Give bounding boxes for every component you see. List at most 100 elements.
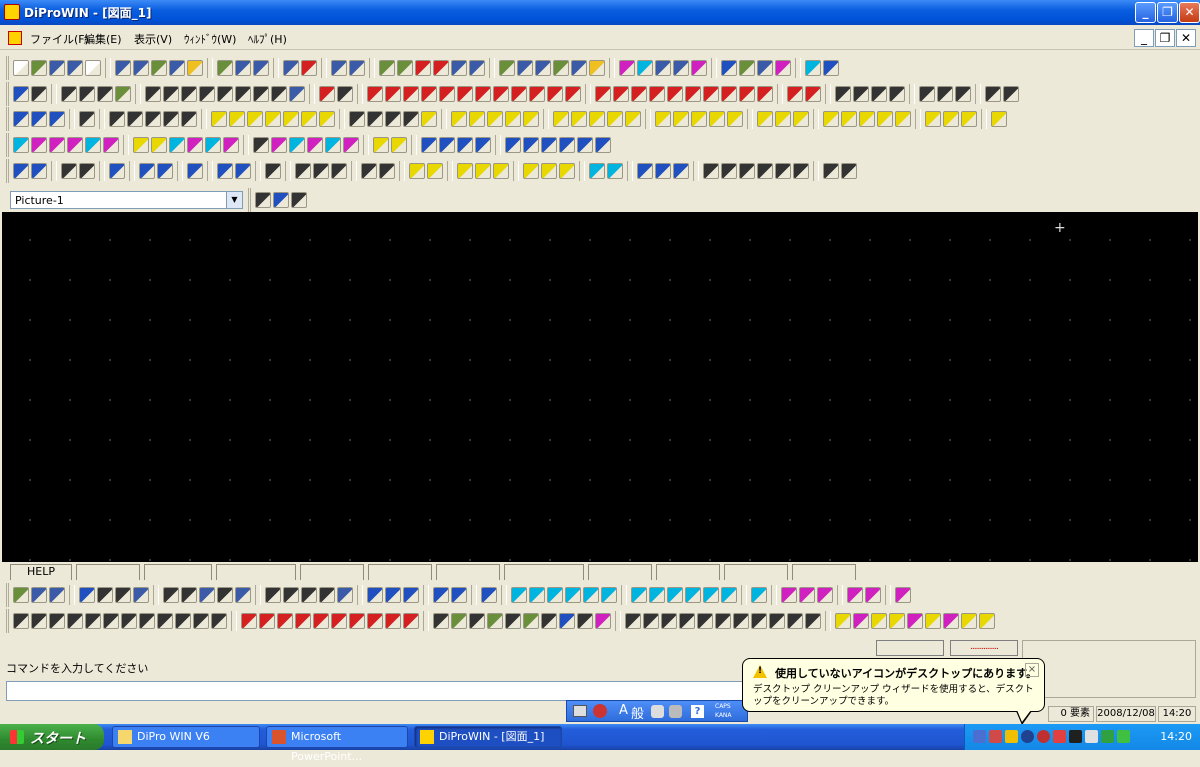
toolbar-tool-icon[interactable] (649, 587, 665, 603)
toolbar-tool-icon[interactable] (589, 163, 605, 179)
toolbar-tool-icon[interactable] (709, 111, 725, 127)
toolbar-tool-icon[interactable] (451, 613, 467, 629)
status-panel-button[interactable] (876, 640, 944, 656)
function-tab[interactable] (300, 564, 364, 580)
toolbar-tool-icon[interactable] (805, 613, 821, 629)
toolbar-tool-icon[interactable] (49, 137, 65, 153)
device-icon[interactable] (1069, 730, 1082, 743)
toolbar-tool-icon[interactable] (181, 86, 197, 102)
toolbar-tool-icon[interactable] (631, 86, 647, 102)
toolbar-tool-icon[interactable] (595, 86, 611, 102)
taskbar-item-dipro-folder[interactable]: DiPro WIN V6 (112, 726, 260, 748)
toolbar-tool-icon[interactable] (211, 613, 227, 629)
toolbar-tool-icon[interactable] (187, 163, 203, 179)
toolbar-tool-icon[interactable] (67, 60, 83, 76)
function-tab[interactable] (504, 564, 584, 580)
toolbar-tool-icon[interactable] (517, 60, 533, 76)
toolbar-tool-icon[interactable] (421, 137, 437, 153)
toolbar-tool-icon[interactable] (853, 86, 869, 102)
toolbar-tool-icon[interactable] (121, 613, 137, 629)
toolbar-tool-icon[interactable] (595, 137, 611, 153)
menu-window[interactable]: ｳｨﾝﾄﾞｳ(W) (184, 31, 236, 47)
battery-icon[interactable] (1117, 730, 1130, 743)
toolbar-tool-icon[interactable] (13, 613, 29, 629)
toolbar-tool-icon[interactable] (979, 613, 995, 629)
toolbar-tool-icon[interactable] (493, 86, 509, 102)
toolbar-tool-icon[interactable] (523, 613, 539, 629)
toolbar-tool-icon[interactable] (475, 86, 491, 102)
toolbar-tool-icon[interactable] (655, 163, 671, 179)
toolbar-tool-icon[interactable] (577, 137, 593, 153)
clock[interactable]: 14:20 (1160, 730, 1192, 743)
chevron-down-icon[interactable]: ▼ (226, 192, 242, 208)
toolbar-tool-icon[interactable] (817, 587, 833, 603)
safely-remove-icon[interactable] (1101, 730, 1114, 743)
toolbar-tool-icon[interactable] (499, 60, 515, 76)
toolbar-tool-icon[interactable] (163, 587, 179, 603)
toolbar-tool-icon[interactable] (871, 613, 887, 629)
toolbar-tool-icon[interactable] (157, 613, 173, 629)
toolbar-tool-icon[interactable] (85, 60, 101, 76)
toolbar-tool-icon[interactable] (685, 86, 701, 102)
toolbar-tool-icon[interactable] (325, 137, 341, 153)
toolbar-tool-icon[interactable] (415, 60, 431, 76)
function-tab[interactable] (368, 564, 432, 580)
toolbar-tool-icon[interactable] (889, 613, 905, 629)
toolbar-tool-icon[interactable] (13, 60, 29, 76)
toolbar-tool-icon[interactable] (739, 60, 755, 76)
toolbar-tool-icon[interactable] (511, 86, 527, 102)
function-tab[interactable] (144, 564, 212, 580)
toolbar-tool-icon[interactable] (823, 163, 839, 179)
toolbar-tool-icon[interactable] (31, 111, 47, 127)
toolbar-tool-icon[interactable] (421, 111, 437, 127)
toolbar-tool-icon[interactable] (505, 613, 521, 629)
toolbar-tool-icon[interactable] (433, 613, 449, 629)
toolbar-tool-icon[interactable] (721, 86, 737, 102)
toolbar-tool-icon[interactable] (385, 613, 401, 629)
toolbar-tool-icon[interactable] (841, 111, 857, 127)
toolbar-tool-icon[interactable] (889, 86, 905, 102)
toolbar-tool-icon[interactable] (925, 111, 941, 127)
toolbar-tool-icon[interactable] (265, 111, 281, 127)
help-icon[interactable]: ? (691, 705, 704, 718)
toolbar-tool-icon[interactable] (505, 137, 521, 153)
toolbar-tool-icon[interactable] (625, 613, 641, 629)
toolbar-tool-icon[interactable] (859, 111, 875, 127)
notes-icon[interactable] (1005, 730, 1018, 743)
toolbar-tool-icon[interactable] (679, 613, 695, 629)
minimize-button[interactable]: _ (1135, 2, 1156, 23)
toolbar-tool-icon[interactable] (607, 111, 623, 127)
mdi-minimize-button[interactable]: _ (1134, 29, 1154, 47)
toolbar-tool-icon[interactable] (685, 587, 701, 603)
toolbar-tool-icon[interactable] (865, 587, 881, 603)
toolbar-tool-icon[interactable] (307, 137, 323, 153)
toolbar-tool-icon[interactable] (187, 137, 203, 153)
toolbar-tool-icon[interactable] (805, 86, 821, 102)
picture-select[interactable]: Picture-1 ▼ (10, 191, 243, 209)
toolbar-tool-icon[interactable] (481, 587, 497, 603)
toolbar-tool-icon[interactable] (247, 111, 263, 127)
toolbar-tool-icon[interactable] (301, 111, 317, 127)
toolbar-tool-icon[interactable] (133, 587, 149, 603)
toolbar-tool-icon[interactable] (853, 613, 869, 629)
update-icon[interactable] (1021, 730, 1034, 743)
toolbar-tool-icon[interactable] (373, 137, 389, 153)
toolbar-tool-icon[interactable] (241, 613, 257, 629)
toolbar-tool-icon[interactable] (115, 587, 131, 603)
function-tab[interactable] (216, 564, 296, 580)
toolbar-tool-icon[interactable] (757, 60, 773, 76)
toolbar-tool-icon[interactable] (217, 163, 233, 179)
toolbar-tool-icon[interactable] (313, 613, 329, 629)
toolbar-tool-icon[interactable] (13, 587, 29, 603)
toolbar-tool-icon[interactable] (427, 163, 443, 179)
toolbar-tool-icon[interactable] (631, 587, 647, 603)
drawing-canvas[interactable] (2, 212, 1198, 562)
toolbar-tool-icon[interactable] (715, 613, 731, 629)
toolbar-tool-icon[interactable] (553, 111, 569, 127)
toolbar-tool-icon[interactable] (673, 163, 689, 179)
toolbar-tool-icon[interactable] (133, 137, 149, 153)
toolbar-tool-icon[interactable] (13, 86, 29, 102)
toolbar-tool-icon[interactable] (79, 163, 95, 179)
toolbar-tool-icon[interactable] (61, 163, 77, 179)
document-icon[interactable] (8, 31, 22, 45)
